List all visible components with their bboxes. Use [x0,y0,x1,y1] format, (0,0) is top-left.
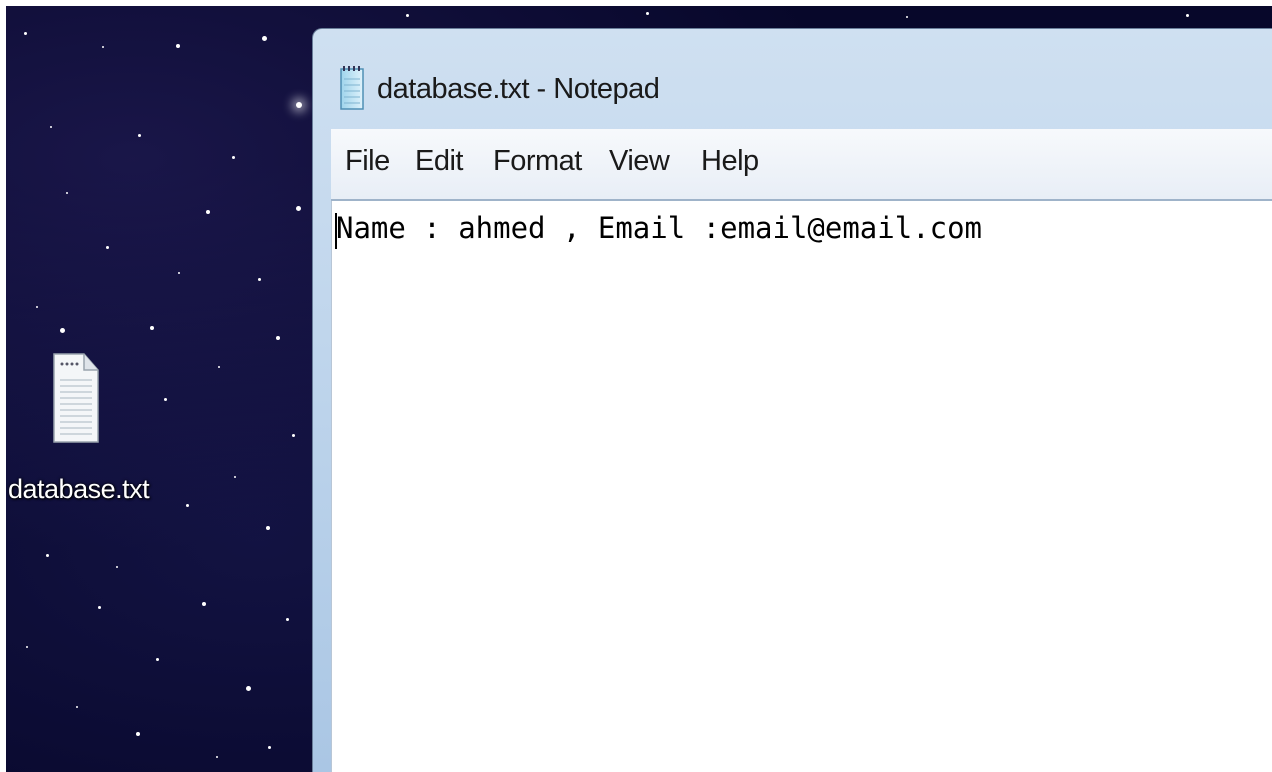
star [98,606,101,609]
menu-bar: File Edit Format View Help [331,129,1272,201]
star [268,746,271,749]
star [178,272,180,274]
menu-file[interactable]: File [345,145,390,178]
title-bar[interactable]: database.txt - Notepad [313,29,1272,127]
notepad-icon [339,65,365,111]
star [646,12,649,15]
star [136,732,140,736]
menu-format[interactable]: Format [493,145,582,178]
star [296,102,302,108]
star [76,706,78,708]
star [1186,14,1189,17]
star [106,246,109,249]
star [246,686,251,691]
star [292,434,295,437]
star [46,554,49,557]
menu-view[interactable]: View [609,145,670,178]
editor-text-line[interactable]: Name : ahmed , Email :email@email.com [336,211,982,245]
text-document-icon [52,352,100,444]
star [50,126,52,128]
star [262,36,267,41]
star [60,328,65,333]
menu-help[interactable]: Help [701,145,759,178]
star [406,14,409,17]
desktop-icon-label: database.txt [8,474,150,504]
star [234,476,236,478]
star [26,646,28,648]
star [202,602,206,606]
star [24,32,27,35]
star [906,16,908,18]
star [102,46,104,48]
star [156,658,159,661]
menu-edit[interactable]: Edit [415,145,463,178]
star [232,156,235,159]
star [36,306,38,308]
star [258,278,261,281]
notepad-window[interactable]: database.txt - Notepad File Edit Format … [312,28,1272,772]
screen: database.txt database.txt - Notepad File… [0,0,1272,772]
star [66,192,68,194]
star [266,526,270,530]
star [138,134,141,137]
star [186,504,189,507]
star [296,206,301,211]
star [216,756,218,758]
star [286,618,289,621]
star [206,210,210,214]
star [116,566,118,568]
star [150,326,154,330]
star [276,336,280,340]
star [164,398,167,401]
window-title: database.txt - Notepad [377,73,660,105]
text-editor-area[interactable]: Name : ahmed , Email :email@email.com [331,201,1272,772]
star [176,44,180,48]
desktop-icon-database-txt[interactable]: database.txt [6,346,156,526]
star [218,366,220,368]
